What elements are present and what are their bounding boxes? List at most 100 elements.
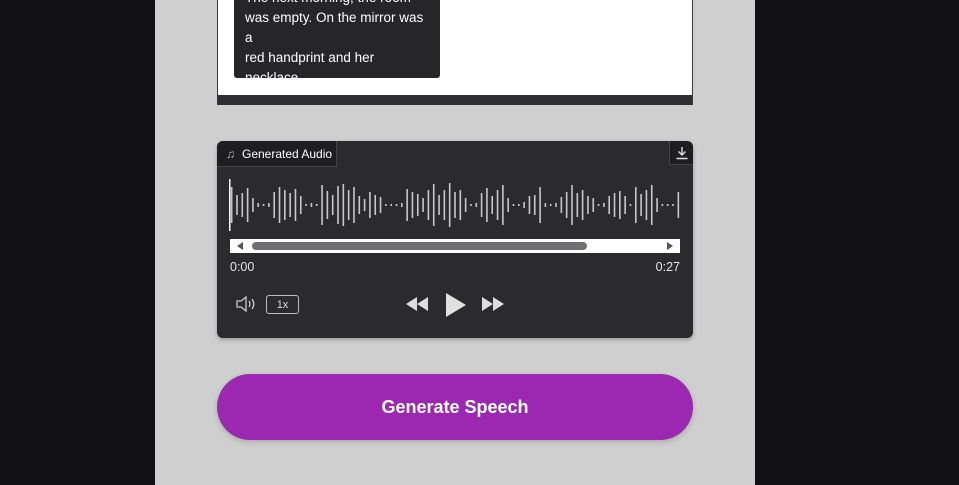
text-card-footer <box>218 95 692 105</box>
rewind-button[interactable] <box>405 296 429 317</box>
waveform-bar <box>390 204 392 206</box>
waveform-bar <box>230 187 233 223</box>
waveform-bar <box>299 196 302 214</box>
waveform-bar <box>496 190 499 220</box>
playhead[interactable] <box>229 179 231 231</box>
waveform-bar <box>635 187 637 223</box>
story-tooltip: The next morning, the room was empty. On… <box>234 0 440 85</box>
waveform-bar <box>459 190 462 220</box>
waveform-bar <box>331 195 334 215</box>
waveform-scrollbar[interactable] <box>230 239 680 253</box>
waveform-bar <box>544 203 547 207</box>
waveform-bar <box>448 183 451 227</box>
waveform-bar <box>470 204 472 206</box>
waveform-bar <box>640 194 642 216</box>
waveform-bar <box>236 195 238 215</box>
music-note-icon: ♫ <box>226 146 235 161</box>
fast-forward-button[interactable] <box>481 296 505 317</box>
waveform-bar <box>257 203 260 207</box>
waveform-bar <box>432 184 435 226</box>
waveform-bar <box>310 203 313 207</box>
waveform-bar <box>650 185 653 225</box>
waveform-bar <box>363 199 366 211</box>
waveform-bar <box>416 194 419 216</box>
waveform-bar <box>555 203 557 207</box>
scrollbar-thumb[interactable] <box>252 242 587 250</box>
waveform-bar <box>385 204 387 206</box>
waveform-bar <box>560 197 563 213</box>
waveform-bar <box>347 190 350 220</box>
main-panel: The next morning, the room was empty. On… <box>155 0 755 485</box>
waveform-bar <box>629 204 632 206</box>
waveform-bar <box>278 187 281 223</box>
waveform-bar <box>666 204 669 206</box>
fast-forward-icon <box>482 297 504 311</box>
waveform-bar <box>273 192 275 218</box>
waveform-bar <box>528 196 531 214</box>
waveform-bar <box>464 198 467 212</box>
waveform-bar <box>571 185 573 225</box>
waveform-bar <box>592 198 595 212</box>
tooltip-line-3: red handprint and her <box>245 50 375 65</box>
waveform-bar <box>358 196 361 214</box>
playback-speed-button[interactable]: 1x <box>266 295 299 314</box>
waveform-bar <box>645 190 648 220</box>
waveform-bar <box>576 193 579 217</box>
waveform-bar <box>518 204 520 206</box>
tooltip-line-4: necklace. <box>245 70 303 85</box>
waveform-bar <box>369 192 371 218</box>
waveform-bar <box>603 203 605 207</box>
waveform-bar <box>305 204 307 206</box>
audio-waveform[interactable] <box>229 179 681 231</box>
play-button[interactable] <box>444 291 468 324</box>
play-icon <box>446 293 466 317</box>
waveform-bar <box>486 188 488 222</box>
waveform-bar <box>268 203 270 207</box>
waveform-bar <box>353 187 355 223</box>
waveform-bar <box>565 192 568 218</box>
generated-audio-tab[interactable]: ♫ Generated Audio <box>217 141 337 167</box>
waveform-bar <box>454 192 456 218</box>
scroll-left-icon[interactable] <box>237 242 243 250</box>
waveform-bar <box>507 198 509 212</box>
waveform-bar <box>533 195 536 215</box>
waveform-bar <box>246 188 249 222</box>
waveform-bar <box>619 191 621 219</box>
audio-tab-label: Generated Audio <box>242 146 333 161</box>
volume-button[interactable] <box>235 295 257 318</box>
waveform-bar <box>422 198 424 212</box>
waveform-bar <box>491 196 494 214</box>
waveform-bar <box>480 193 483 217</box>
waveform-bar <box>624 196 626 214</box>
waveform-bar <box>549 204 552 206</box>
tooltip-line-1: The next morning, the room <box>245 0 429 8</box>
waveform-bar <box>379 197 382 213</box>
waveform-bar <box>252 198 254 212</box>
waveform-bar <box>581 190 584 220</box>
waveform-bar <box>284 190 286 220</box>
waveform-bar <box>337 186 339 224</box>
current-time: 0:00 <box>230 260 255 274</box>
waveform-bar <box>411 192 414 218</box>
waveform-bar <box>326 191 329 219</box>
waveform-bar <box>262 204 265 206</box>
waveform-bar <box>523 202 525 208</box>
waveform-bar <box>656 198 658 212</box>
waveform-bar <box>597 204 600 206</box>
waveform-bar <box>661 204 664 206</box>
waveform-bar <box>672 204 674 206</box>
download-button[interactable] <box>669 141 693 165</box>
waveform-bar <box>539 187 541 223</box>
waveform-bar <box>613 193 616 217</box>
waveform-bar <box>321 185 323 225</box>
generate-speech-button[interactable]: Generate Speech <box>217 374 693 440</box>
scroll-right-icon[interactable] <box>667 242 673 250</box>
waveform-bar <box>315 204 318 206</box>
waveform-bar <box>438 195 440 215</box>
rewind-icon <box>406 297 428 311</box>
waveform-bar <box>401 203 403 207</box>
waveform-bar <box>241 193 244 217</box>
waveform-bar <box>294 189 297 221</box>
waveform-bar <box>427 190 430 220</box>
audio-player: ♫ Generated Audio 0:00 0:27 1x <box>217 141 693 338</box>
